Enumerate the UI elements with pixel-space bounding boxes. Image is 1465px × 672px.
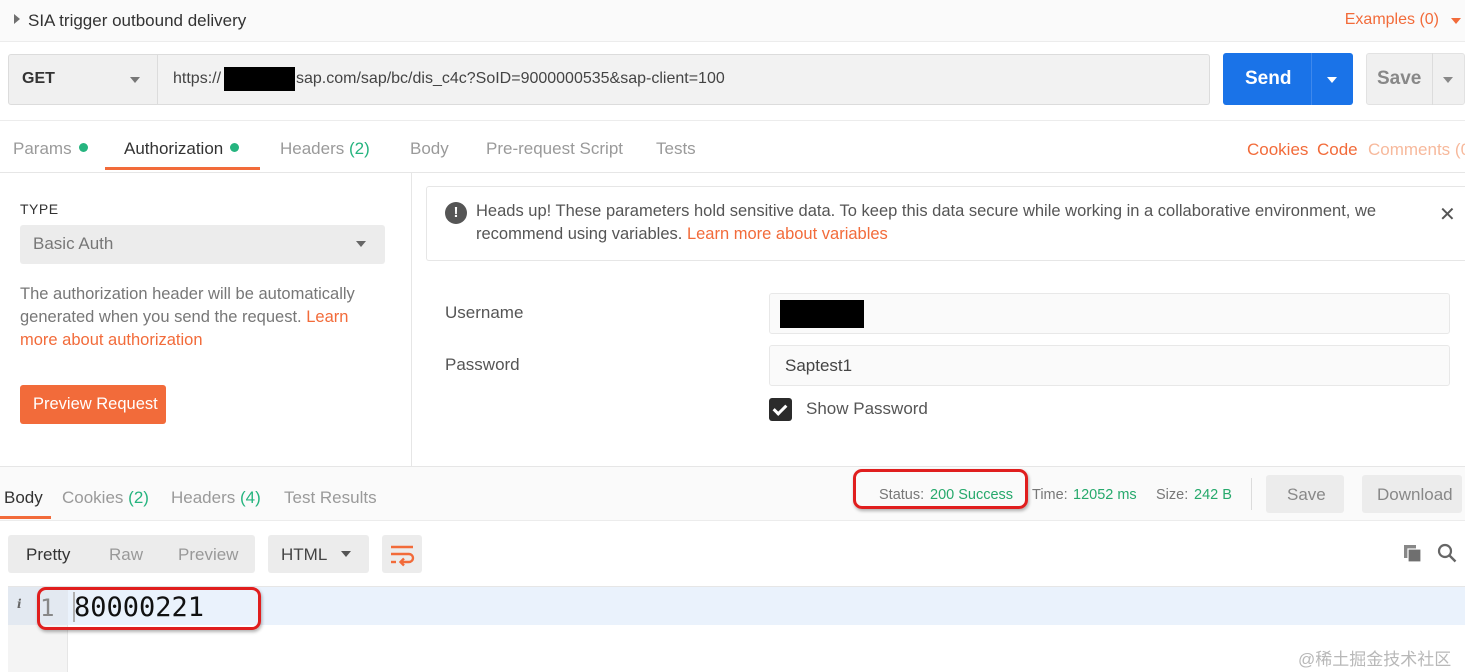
url-prefix: https:// xyxy=(173,70,222,87)
url-text: sap.com/sap/bc/dis_c4c?SoID=9000000535&s… xyxy=(296,70,725,87)
warning-icon: ! xyxy=(445,202,467,224)
active-tab-indicator xyxy=(105,167,260,170)
tab-count: (4) xyxy=(240,488,261,507)
warning-text: Heads up! These parameters hold sensitiv… xyxy=(476,202,1377,243)
send-button-label: Send xyxy=(1245,68,1292,89)
response-tab-test-results[interactable]: Test Results xyxy=(284,488,377,508)
cookies-link[interactable]: Cookies xyxy=(1247,140,1308,160)
wrap-lines-button[interactable] xyxy=(382,535,422,573)
tab-count: (2) xyxy=(349,139,370,158)
response-tab-body[interactable]: Body xyxy=(4,488,43,508)
close-icon[interactable]: ✕ xyxy=(1439,202,1456,227)
format-value: HTML xyxy=(281,545,328,564)
save-button-label: Save xyxy=(1377,68,1422,89)
password-field[interactable] xyxy=(769,345,1450,386)
chevron-down-icon[interactable] xyxy=(1451,18,1461,24)
auth-type-label: TYPE xyxy=(20,201,59,217)
tab-pre-request-script[interactable]: Pre-request Script xyxy=(486,139,623,159)
watermark: @稀土掘金技术社区 xyxy=(1298,650,1452,669)
response-tab-headers[interactable]: Headers (4) xyxy=(171,488,261,508)
status-dot-icon xyxy=(230,143,240,152)
view-raw[interactable]: Raw xyxy=(109,545,143,565)
show-password-label[interactable]: Show Password xyxy=(806,399,928,419)
size-value[interactable]: 242 B xyxy=(1194,487,1232,503)
status-dot-icon xyxy=(78,143,88,152)
preview-request-label: Preview Request xyxy=(33,395,158,413)
username-field[interactable] xyxy=(769,293,1450,334)
active-tab-indicator xyxy=(0,516,51,519)
auth-description-text: The authorization header will be automat… xyxy=(20,285,355,326)
view-preview[interactable]: Preview xyxy=(178,545,238,565)
tab-label: Authorization xyxy=(124,139,224,158)
tab-label: Cookies xyxy=(62,488,124,507)
tab-label: Params xyxy=(13,139,72,158)
username-label: Username xyxy=(445,303,524,322)
code-link[interactable]: Code xyxy=(1317,140,1358,160)
view-pretty[interactable]: Pretty xyxy=(26,545,70,565)
wrap-lines-icon xyxy=(391,545,415,567)
status-highlight-annotation xyxy=(853,469,1028,509)
learn-more-variables-link[interactable]: Learn more about variables xyxy=(687,225,888,243)
redaction-box xyxy=(780,300,864,328)
tab-headers[interactable]: Headers (2) xyxy=(280,139,370,159)
auth-type-value: Basic Auth xyxy=(33,234,114,253)
tab-params[interactable]: Params xyxy=(13,139,88,159)
response-tab-cookies[interactable]: Cookies (2) xyxy=(62,488,149,508)
password-value: Saptest1 xyxy=(785,356,853,375)
tab-count: (2) xyxy=(128,488,149,507)
examples-dropdown[interactable]: Examples (0) xyxy=(1345,11,1439,29)
auth-description: The authorization header will be automat… xyxy=(20,283,370,352)
copy-icon[interactable] xyxy=(1403,544,1422,563)
tab-label: Headers xyxy=(280,139,345,158)
download-label: Download xyxy=(1377,485,1453,504)
tab-tests[interactable]: Tests xyxy=(656,139,696,159)
divider xyxy=(1251,478,1252,510)
tab-authorization[interactable]: Authorization xyxy=(124,139,240,159)
method-value: GET xyxy=(22,70,55,87)
request-title[interactable]: SIA trigger outbound delivery xyxy=(28,11,246,31)
chevron-down-icon xyxy=(130,77,140,83)
chevron-down-icon xyxy=(356,241,366,247)
comments-link[interactable]: Comments (0) xyxy=(1368,140,1465,160)
tab-body[interactable]: Body xyxy=(410,139,449,159)
redaction-box xyxy=(224,67,295,91)
info-icon: i xyxy=(17,597,22,611)
password-label: Password xyxy=(445,355,520,374)
size-label: Size: xyxy=(1156,487,1189,503)
tab-label: Headers xyxy=(171,488,236,507)
save-options-chevron-icon[interactable] xyxy=(1443,77,1453,83)
warning-message: Heads up! These parameters hold sensitiv… xyxy=(476,200,1406,246)
save-divider xyxy=(1432,53,1433,105)
save-response-label: Save xyxy=(1287,485,1326,504)
body-highlight-annotation xyxy=(37,587,261,630)
send-options-chevron-icon[interactable] xyxy=(1327,77,1337,83)
panel-divider xyxy=(411,173,412,467)
time-label: Time: xyxy=(1032,487,1068,503)
send-divider xyxy=(1311,53,1312,105)
search-icon[interactable] xyxy=(1437,543,1457,563)
expand-caret-icon[interactable] xyxy=(14,14,20,24)
chevron-down-icon xyxy=(341,551,351,557)
time-value[interactable]: 12052 ms xyxy=(1073,487,1137,503)
